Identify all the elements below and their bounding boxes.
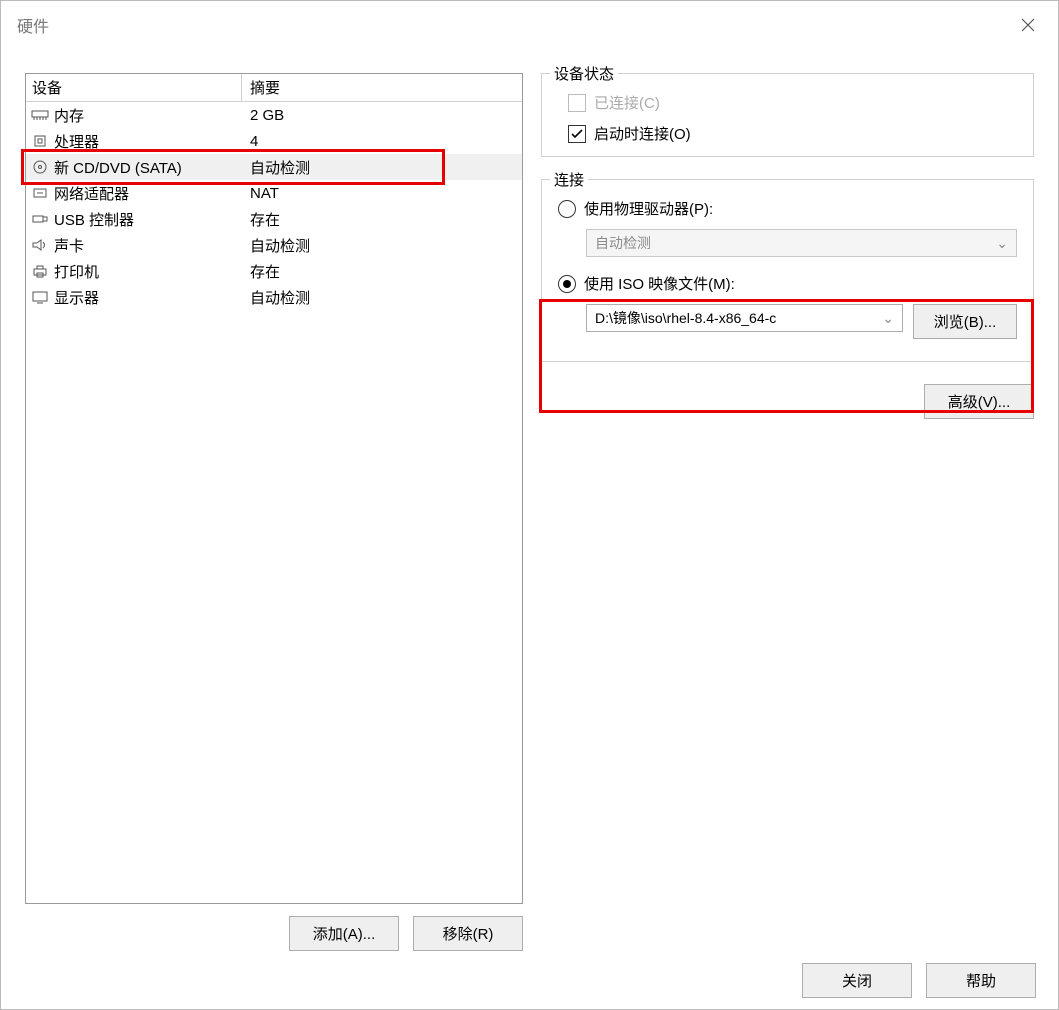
device-row[interactable]: 声卡 自动检测 bbox=[26, 232, 522, 258]
display-icon bbox=[30, 288, 50, 306]
connection-group: 连接 使用物理驱动器(P): 自动检测 ⌄ 使用 ISO 映像文件(M): bbox=[541, 179, 1034, 362]
check-icon bbox=[571, 129, 583, 139]
device-name: 打印机 bbox=[54, 261, 99, 282]
window-title: 硬件 bbox=[17, 13, 49, 37]
use-physical-radio[interactable] bbox=[558, 200, 576, 218]
right-column: 设备状态 已连接(C) 启动时连接(O) 连接 使用物理驱动器(P): bbox=[541, 73, 1034, 951]
iso-path-combo[interactable]: D:\镜像\iso\rhel-8.4-x86_64-c ⌄ bbox=[586, 304, 903, 332]
device-name: 显示器 bbox=[54, 287, 99, 308]
window-close-button[interactable] bbox=[998, 1, 1058, 49]
titlebar: 硬件 bbox=[1, 1, 1058, 49]
device-summary: 2 GB bbox=[242, 107, 522, 124]
use-physical-row: 使用物理驱动器(P): bbox=[558, 198, 1017, 219]
device-summary: 存在 bbox=[242, 261, 522, 282]
physical-drive-value: 自动检测 bbox=[595, 233, 651, 253]
physical-drive-combo: 自动检测 ⌄ bbox=[586, 229, 1017, 257]
device-name: 处理器 bbox=[54, 131, 99, 152]
printer-icon bbox=[30, 262, 50, 280]
disc-icon bbox=[30, 158, 50, 176]
device-list[interactable]: 设备 摘要 内存2 GB处理器4新 CD/DVD (SATA)自动检测网络适配器… bbox=[25, 73, 523, 904]
device-name: 声卡 bbox=[54, 235, 84, 256]
content-area: 设备 摘要 内存2 GB处理器4新 CD/DVD (SATA)自动检测网络适配器… bbox=[1, 49, 1058, 951]
connected-label: 已连接(C) bbox=[594, 92, 660, 113]
device-summary: 自动检测 bbox=[242, 287, 522, 308]
device-row[interactable]: 内存 2 GB bbox=[26, 102, 522, 128]
connect-at-poweron-row: 启动时连接(O) bbox=[568, 123, 1017, 144]
help-button[interactable]: 帮助 bbox=[926, 963, 1036, 998]
add-button[interactable]: 添加(A)... bbox=[289, 916, 399, 951]
dialog-footer: 关闭 帮助 bbox=[1, 951, 1058, 1009]
device-summary: 存在 bbox=[242, 209, 522, 230]
device-status-legend: 设备状态 bbox=[550, 63, 618, 84]
device-summary: NAT bbox=[242, 185, 522, 202]
hardware-dialog: 硬件 设备 摘要 内存2 GB处理器4新 CD/DVD (SATA)自动检测网络… bbox=[0, 0, 1059, 1010]
connect-at-poweron-label: 启动时连接(O) bbox=[594, 123, 691, 144]
connected-checkbox-row: 已连接(C) bbox=[568, 92, 1017, 113]
connected-checkbox bbox=[568, 94, 586, 112]
device-name: 内存 bbox=[54, 105, 84, 126]
col-header-summary[interactable]: 摘要 bbox=[242, 74, 522, 101]
connection-legend: 连接 bbox=[550, 169, 588, 190]
device-summary: 4 bbox=[242, 133, 522, 150]
iso-path-value: D:\镜像\iso\rhel-8.4-x86_64-c bbox=[595, 308, 776, 328]
iso-path-row: D:\镜像\iso\rhel-8.4-x86_64-c ⌄ 浏览(B)... bbox=[586, 304, 1017, 339]
sound-icon bbox=[30, 236, 50, 254]
usb-icon bbox=[30, 210, 50, 228]
device-row[interactable]: 新 CD/DVD (SATA) 自动检测 bbox=[26, 154, 522, 180]
device-summary: 自动检测 bbox=[242, 157, 522, 178]
connect-at-poweron-checkbox[interactable] bbox=[568, 125, 586, 143]
use-iso-row: 使用 ISO 映像文件(M): bbox=[558, 273, 1017, 294]
close-icon bbox=[1021, 18, 1035, 32]
chevron-down-icon: ⌄ bbox=[882, 310, 894, 327]
device-row[interactable]: 网络适配器 NAT bbox=[26, 180, 522, 206]
cpu-icon bbox=[30, 132, 50, 150]
device-row[interactable]: 处理器 4 bbox=[26, 128, 522, 154]
use-iso-label: 使用 ISO 映像文件(M): bbox=[584, 273, 735, 294]
device-list-header: 设备 摘要 bbox=[26, 74, 522, 102]
advanced-button[interactable]: 高级(V)... bbox=[924, 384, 1034, 419]
device-row[interactable]: 显示器 自动检测 bbox=[26, 284, 522, 310]
device-name: 网络适配器 bbox=[54, 183, 129, 204]
col-header-device[interactable]: 设备 bbox=[26, 74, 242, 101]
memory-icon bbox=[30, 106, 50, 124]
use-iso-radio[interactable] bbox=[558, 275, 576, 293]
remove-button[interactable]: 移除(R) bbox=[413, 916, 523, 951]
use-physical-label: 使用物理驱动器(P): bbox=[584, 198, 713, 219]
chevron-down-icon: ⌄ bbox=[996, 235, 1008, 252]
device-row[interactable]: USB 控制器 存在 bbox=[26, 206, 522, 232]
browse-button[interactable]: 浏览(B)... bbox=[913, 304, 1017, 339]
left-column: 设备 摘要 内存2 GB处理器4新 CD/DVD (SATA)自动检测网络适配器… bbox=[25, 73, 523, 951]
device-row[interactable]: 打印机 存在 bbox=[26, 258, 522, 284]
device-status-group: 设备状态 已连接(C) 启动时连接(O) bbox=[541, 73, 1034, 157]
device-name: USB 控制器 bbox=[54, 209, 134, 230]
device-list-buttons: 添加(A)... 移除(R) bbox=[25, 904, 523, 951]
device-name: 新 CD/DVD (SATA) bbox=[54, 157, 182, 178]
advanced-row: 高级(V)... bbox=[541, 384, 1034, 419]
close-button[interactable]: 关闭 bbox=[802, 963, 912, 998]
net-icon bbox=[30, 184, 50, 202]
device-summary: 自动检测 bbox=[242, 235, 522, 256]
